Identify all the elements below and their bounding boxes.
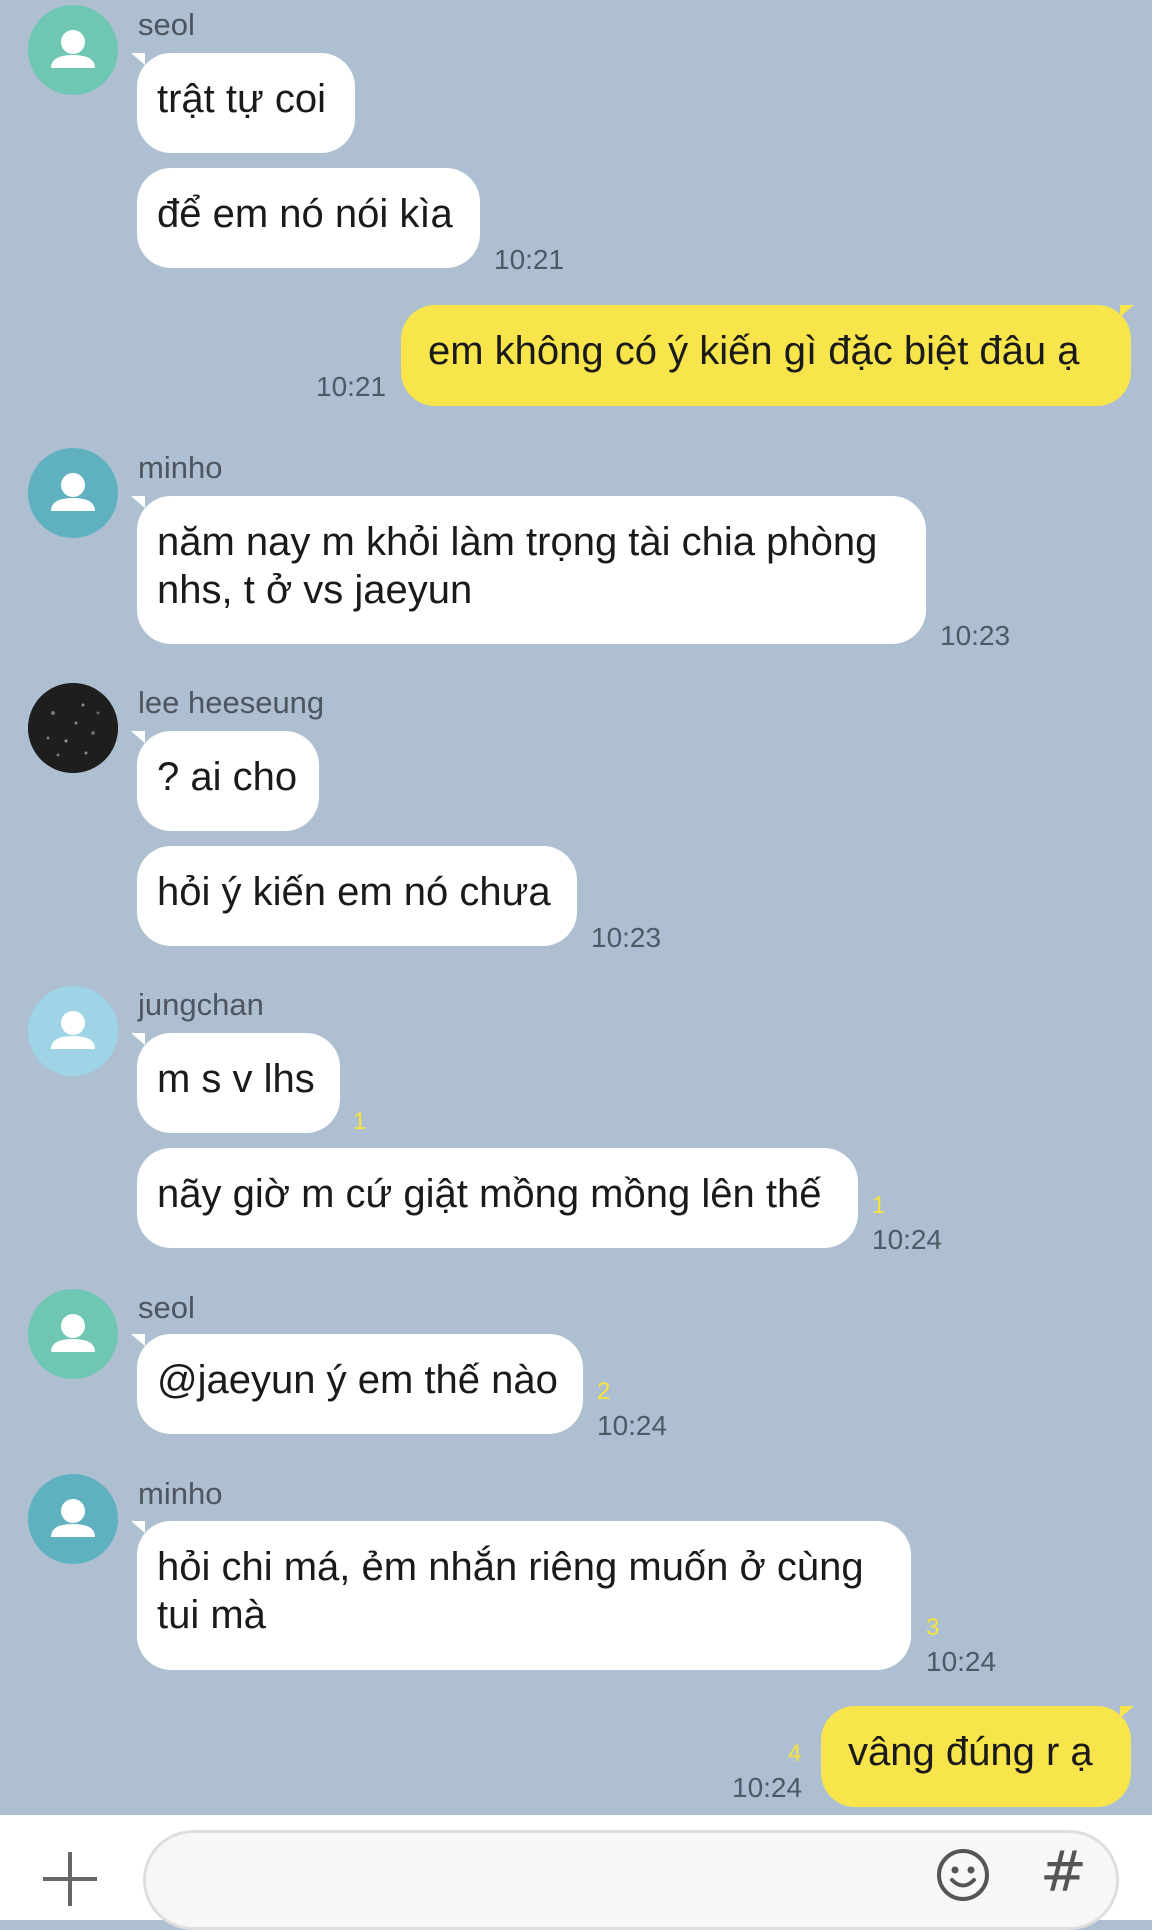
plus-icon[interactable] xyxy=(43,1852,97,1906)
message-bubble[interactable]: m s v lhs xyxy=(137,1033,340,1133)
avatar-seol[interactable] xyxy=(28,5,118,95)
unread-count: 2 xyxy=(597,1378,611,1405)
message-bubble[interactable]: hỏi ý kiến em nó chưa xyxy=(137,846,577,946)
chat-area[interactable]: seol trật tự coi để em nó nói kìa 10:21 … xyxy=(0,0,1152,1815)
person-icon xyxy=(51,1011,95,1049)
sender-name: jungchan xyxy=(138,987,264,1022)
bubble-tail xyxy=(1120,305,1134,317)
emoji-icon[interactable] xyxy=(935,1847,991,1903)
message-line: hỏi chi má, ẻm nhắn riêng muốn ở cùng xyxy=(157,1545,864,1589)
avatar-seol[interactable] xyxy=(28,1289,118,1379)
message-line: nhs, t ở vs jaeyun xyxy=(157,568,473,612)
unread-count: 4 xyxy=(788,1740,802,1767)
bubble-tail xyxy=(131,1521,145,1533)
unread-count: 3 xyxy=(926,1614,940,1641)
message-time: 10:24 xyxy=(597,1410,668,1441)
bubble-tail xyxy=(131,1033,145,1045)
bubble-tail xyxy=(131,496,145,508)
message-bubble-mine[interactable]: em không có ý kiến gì đặc biệt đâu ạ xyxy=(401,305,1131,406)
message-time: 10:21 xyxy=(316,371,387,402)
message-line: năm nay m khỏi làm trọng tài chia phòng xyxy=(157,520,878,564)
bubble-tail xyxy=(131,1334,145,1346)
message-bubble[interactable]: năm nay m khỏi làm trọng tài chia phòng … xyxy=(137,496,926,644)
person-icon xyxy=(51,1499,95,1537)
sender-name: seol xyxy=(138,1290,195,1325)
message-bubble[interactable]: nãy giờ m cứ giật mồng mồng lên thế xyxy=(137,1148,858,1248)
profile-photo-icon xyxy=(28,683,118,773)
message-time: 10:24 xyxy=(872,1224,943,1255)
person-icon xyxy=(51,30,95,68)
sender-name: minho xyxy=(138,450,223,485)
unread-count: 1 xyxy=(353,1108,367,1135)
sender-name: seol xyxy=(138,7,195,42)
avatar-minho[interactable] xyxy=(28,1474,118,1564)
message-time: 10:23 xyxy=(591,922,662,953)
message-line: tui mà xyxy=(157,1593,266,1637)
message-bubble[interactable]: @jaeyun ý em thế nào xyxy=(137,1334,583,1434)
bubble-tail xyxy=(131,53,145,65)
message-bubble-mine[interactable]: vâng đúng r ạ xyxy=(821,1706,1131,1807)
message-time: 10:24 xyxy=(926,1646,997,1677)
message-time: 10:21 xyxy=(494,244,565,275)
unread-count: 1 xyxy=(872,1192,886,1219)
bubble-tail xyxy=(131,731,145,743)
message-bubble[interactable]: để em nó nói kìa xyxy=(137,168,480,268)
bubble-tail xyxy=(1120,1706,1134,1718)
avatar-minho[interactable] xyxy=(28,448,118,538)
hash-icon[interactable]: # xyxy=(1040,1840,1087,1905)
message-bubble[interactable]: trật tự coi xyxy=(137,53,355,153)
avatar-jungchan[interactable] xyxy=(28,986,118,1076)
message-bubble[interactable]: ? ai cho xyxy=(137,731,319,831)
message-time: 10:23 xyxy=(940,620,1011,651)
person-icon xyxy=(51,1314,95,1352)
sender-name: lee heeseung xyxy=(138,685,325,720)
avatar-lee-heeseung[interactable] xyxy=(28,683,118,773)
message-bubble[interactable]: hỏi chi má, ẻm nhắn riêng muốn ở cùng tu… xyxy=(137,1521,911,1670)
person-icon xyxy=(51,473,95,511)
sender-name: minho xyxy=(138,1476,223,1511)
message-time: 10:24 xyxy=(732,1772,803,1803)
